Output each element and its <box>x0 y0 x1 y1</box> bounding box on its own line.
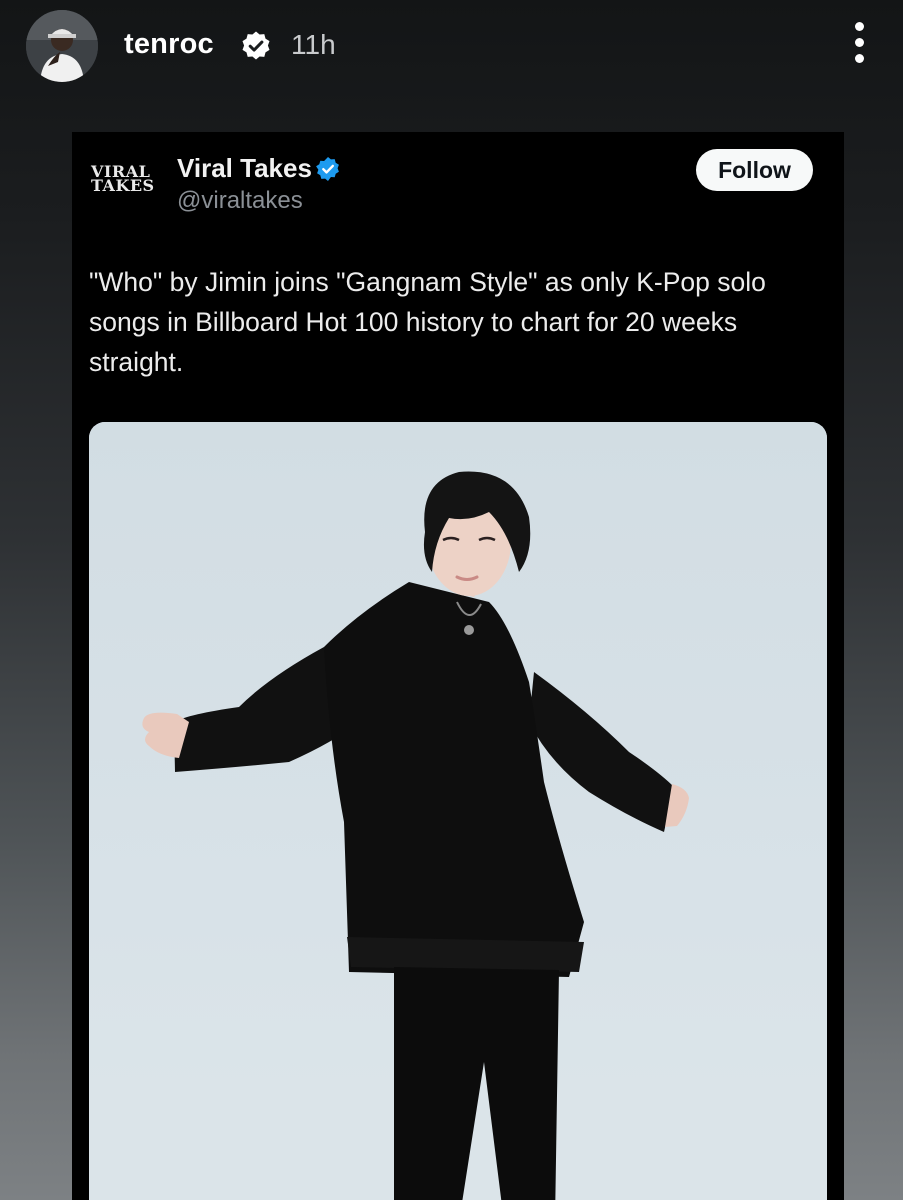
story-timestamp: 11h <box>291 29 336 60</box>
avatar-icon <box>26 10 98 82</box>
verified-badge-icon <box>242 31 270 60</box>
tweet-text: "Who" by Jimin joins "Gangnam Style" as … <box>89 267 766 377</box>
avatar[interactable] <box>26 10 98 82</box>
account-handle[interactable]: @viraltakes <box>177 187 303 215</box>
follow-button[interactable]: Follow <box>696 149 813 191</box>
username[interactable]: tenroc <box>124 28 214 61</box>
account-logo[interactable]: VIRAL TAKES <box>91 164 165 194</box>
tweet-photo[interactable] <box>89 422 827 1200</box>
verified-badge-icon <box>316 157 339 181</box>
more-vertical-icon <box>855 22 864 31</box>
story-header: tenroc 11h <box>0 0 903 92</box>
more-options-button[interactable] <box>845 18 875 68</box>
person-photo-illustration <box>89 422 827 1200</box>
embedded-tweet-card[interactable]: VIRAL TAKES Viral Takes @viraltakes Foll… <box>72 132 844 1200</box>
account-display-name[interactable]: Viral Takes <box>177 153 312 184</box>
